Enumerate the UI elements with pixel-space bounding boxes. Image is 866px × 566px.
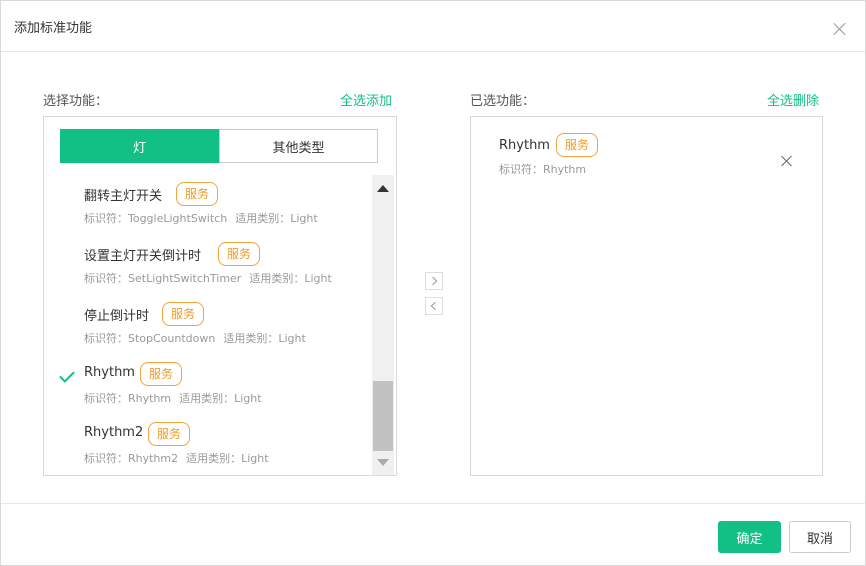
function-meta: 标识符：SetLightSwitchTimer 适用类别：Light	[84, 270, 340, 286]
service-badge: 服务	[162, 302, 205, 326]
selected-functions-panel: Rhythm 服务 标识符：Rhythm	[470, 116, 823, 476]
remove-icon[interactable]	[780, 154, 794, 168]
service-badge: 服务	[148, 422, 191, 446]
select-all-remove-link[interactable]: 全选删除	[767, 90, 819, 109]
category-text: 适用类别：Light	[223, 332, 306, 345]
identifier-text: 标识符：StopCountdown	[84, 332, 216, 345]
function-name: Rhythm	[84, 365, 135, 380]
scroll-up-arrow-icon[interactable]	[377, 185, 389, 192]
list-item[interactable]: 翻转主灯开关 服务 标识符：ToggleLightSwitch 适用类别：Ligh…	[44, 175, 370, 235]
confirm-button[interactable]: 确定	[718, 521, 781, 553]
function-meta: 标识符：Rhythm2 适用类别：Light	[84, 450, 277, 466]
category-text: 适用类别：Light	[179, 392, 262, 405]
list-scrollbar[interactable]	[372, 175, 394, 475]
dialog-header: 添加标准功能	[1, 1, 865, 52]
category-tabs: 灯 其他类型	[60, 129, 378, 163]
list-item[interactable]: Rhythm 服务 标识符：Rhythm 适用类别：Light	[44, 355, 370, 415]
function-name: 设置主灯开关倒计时	[84, 249, 202, 264]
function-name: 停止倒计时	[84, 309, 150, 324]
selected-function-label: 已选功能：	[470, 94, 536, 109]
selected-function-name: Rhythm	[499, 138, 550, 153]
cancel-button[interactable]: 取消	[789, 521, 851, 553]
service-badge: 服务	[176, 182, 219, 206]
select-all-add-link[interactable]: 全选添加	[340, 90, 392, 109]
dialog-footer: 确定 取消	[1, 503, 865, 565]
move-right-button[interactable]	[425, 272, 443, 290]
function-name: Rhythm2	[84, 425, 144, 440]
identifier-text: 标识符：Rhythm2	[84, 452, 179, 465]
function-meta: 标识符：StopCountdown 适用类别：Light	[84, 330, 314, 346]
tab-other-types[interactable]: 其他类型	[219, 129, 378, 163]
function-name: 翻转主灯开关	[84, 189, 163, 204]
function-meta: 标识符：Rhythm 适用类别：Light	[84, 390, 270, 406]
category-text: 适用类别：Light	[235, 212, 318, 225]
list-item[interactable]: 设置主灯开关倒计时 服务 标识符：SetLightSwitchTimer 适用类别…	[44, 235, 370, 295]
list-item[interactable]: 停止倒计时 服务 标识符：StopCountdown 适用类别：Light	[44, 295, 370, 355]
identifier-text: 标识符：SetLightSwitchTimer	[84, 272, 242, 285]
function-list: 翻转主灯开关 服务 标识符：ToggleLightSwitch 适用类别：Ligh…	[44, 175, 370, 475]
scroll-thumb[interactable]	[373, 381, 393, 451]
tab-light[interactable]: 灯	[60, 129, 219, 163]
chevron-right-icon	[428, 276, 438, 286]
function-meta: 标识符：ToggleLightSwitch 适用类别：Light	[84, 210, 326, 226]
identifier-text: 标识符：Rhythm	[84, 392, 172, 405]
add-standard-function-dialog: 添加标准功能 选择功能： 全选添加 已选功能： 全选删除 灯 其他类型 翻转主灯…	[0, 0, 866, 566]
category-text: 适用类别：Light	[186, 452, 269, 465]
chevron-left-icon	[430, 301, 440, 311]
service-badge: 服务	[218, 242, 261, 266]
scroll-down-arrow-icon[interactable]	[377, 459, 389, 466]
check-icon	[59, 367, 75, 383]
identifier-text: 标识符：Rhythm	[499, 163, 587, 176]
service-badge: 服务	[556, 133, 599, 157]
service-badge: 服务	[140, 362, 183, 386]
list-item[interactable]: Rhythm2 服务 标识符：Rhythm2 适用类别：Light	[44, 415, 370, 475]
category-text: 适用类别：Light	[249, 272, 332, 285]
available-functions-panel: 灯 其他类型 翻转主灯开关 服务 标识符：ToggleLightSwitch 适用…	[43, 116, 397, 476]
select-function-label: 选择功能：	[43, 94, 109, 109]
move-left-button[interactable]	[425, 297, 443, 315]
dialog-title: 添加标准功能	[14, 21, 93, 36]
identifier-text: 标识符：ToggleLightSwitch	[84, 212, 228, 225]
close-icon[interactable]	[832, 21, 848, 37]
